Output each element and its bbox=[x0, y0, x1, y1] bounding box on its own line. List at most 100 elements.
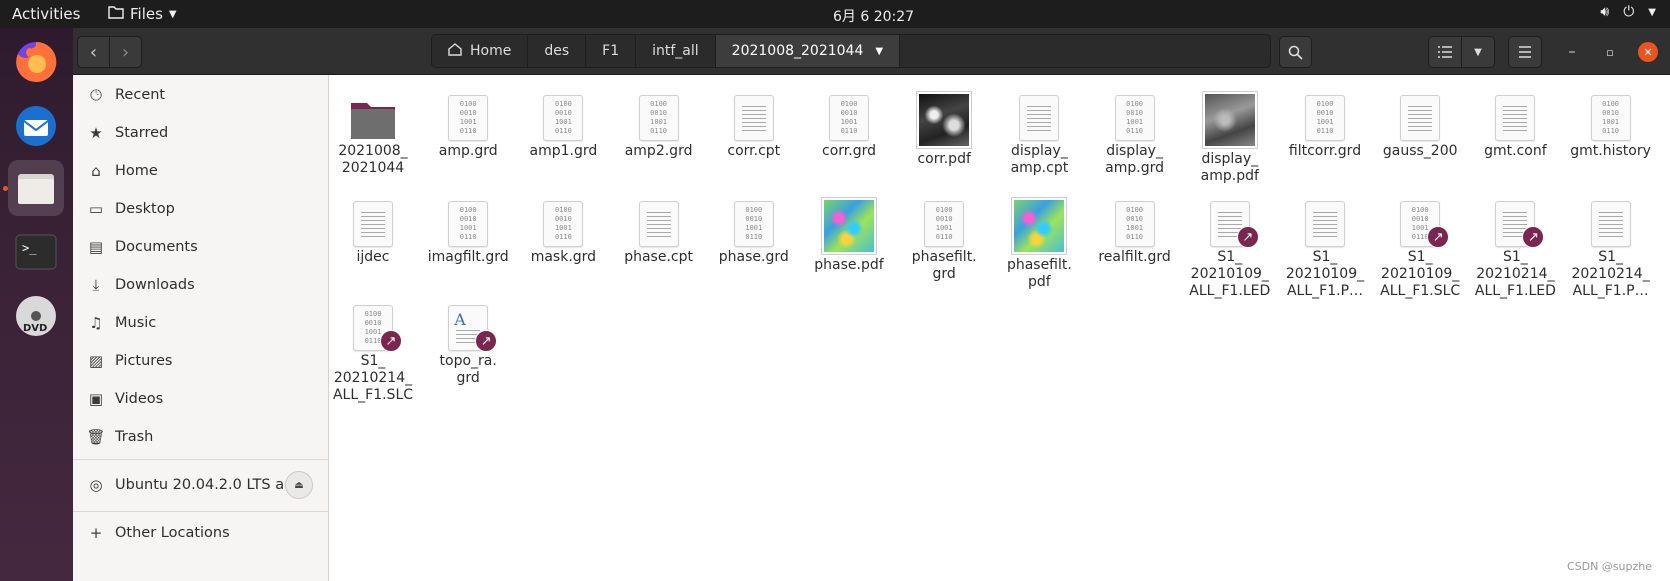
file-name: amp1.grd bbox=[529, 143, 598, 159]
file-item[interactable]: gmt.conf bbox=[1469, 93, 1561, 160]
file-item[interactable]: display_ amp.cpt bbox=[993, 93, 1085, 177]
file-name: filtcorr.grd bbox=[1288, 143, 1362, 159]
forward-button[interactable]: › bbox=[109, 36, 142, 68]
file-item[interactable]: ↗ S1_ 20210214_ ALL_F1.LED bbox=[1469, 199, 1561, 300]
file-item[interactable]: 0100 0010 1001 0110 ↗ S1_ 20210109_ ALL_F1… bbox=[1374, 199, 1466, 300]
sidebar-item-other-locations[interactable]: + Other Locations bbox=[73, 515, 329, 551]
pdf-thumbnail-icon bbox=[821, 197, 877, 255]
eject-button[interactable]: ⏏ bbox=[285, 471, 313, 499]
file-name: display_ amp.grd bbox=[1105, 143, 1165, 176]
dvd-launcher[interactable]: DVD bbox=[8, 288, 64, 344]
sidebar-item-music[interactable]: ♫ Music bbox=[73, 305, 329, 341]
file-item[interactable]: gauss_200 bbox=[1374, 93, 1466, 160]
sidebar-item-starred[interactable]: ★ Starred bbox=[73, 115, 329, 151]
file-item[interactable]: 0100 0010 1001 0110 gmt.history bbox=[1565, 93, 1657, 160]
breadcrumb-home[interactable]: Home bbox=[432, 35, 529, 67]
breadcrumb-label: Home bbox=[470, 43, 512, 59]
sidebar-item-label: Documents bbox=[115, 239, 198, 255]
sidebar-item-downloads[interactable]: ⤓ Downloads bbox=[73, 267, 329, 303]
minimize-button[interactable]: – bbox=[1562, 42, 1582, 62]
eject-icon: ⏏ bbox=[294, 479, 304, 491]
file-item[interactable]: 0100 0010 1001 0110 imagfilt.grd bbox=[422, 199, 514, 266]
sidebar-item-recent[interactable]: 🕒︎ Recent bbox=[73, 77, 329, 113]
sidebar-item-trash[interactable]: 🗑︎ Trash bbox=[73, 419, 329, 455]
sidebar-separator bbox=[73, 511, 329, 512]
breadcrumb-label: F1 bbox=[602, 43, 620, 59]
file-item[interactable]: 2021008_ 2021044 bbox=[327, 93, 419, 177]
breadcrumb-current[interactable]: 2021008_2021044 ▼ bbox=[715, 35, 901, 67]
system-tray[interactable]: 🔊︎ ⏻ ▼ bbox=[1600, 4, 1656, 20]
file-item[interactable]: S1_ 20210214_ ALL_F1.P… bbox=[1565, 199, 1657, 300]
file-name: gmt.history bbox=[1570, 143, 1651, 159]
file-item[interactable]: 0100 0010 1001 0110 ↗ S1_ 20210214_ ALL_F1… bbox=[327, 303, 419, 404]
breadcrumb-intf-all[interactable]: intf_all bbox=[636, 35, 716, 67]
files-launcher[interactable] bbox=[8, 160, 64, 216]
pdf-thumbnail-icon bbox=[1011, 197, 1068, 255]
symlink-icon: ↗ bbox=[475, 330, 498, 352]
sidebar-item-label: Downloads bbox=[115, 277, 195, 293]
file-item[interactable]: ijdec bbox=[327, 199, 419, 266]
file-name: S1_ 20210109_ ALL_F1.P… bbox=[1285, 249, 1365, 299]
main-menu-button[interactable] bbox=[1508, 36, 1542, 68]
back-button[interactable]: ‹ bbox=[77, 36, 110, 68]
clock[interactable]: 6月 6 20:27 bbox=[833, 6, 914, 26]
binary-file-icon: 0100 0010 1001 0110 bbox=[1590, 95, 1631, 141]
file-item[interactable]: corr.cpt bbox=[708, 93, 800, 160]
file-item[interactable]: ↗ S1_ 20210109_ ALL_F1.LED bbox=[1184, 199, 1276, 300]
file-item[interactable]: 0100 0010 1001 0110 realfilt.grd bbox=[1089, 199, 1181, 266]
sidebar-item-device[interactable]: ◎ Ubuntu 20.04.2.0 LTS a… ⏏ bbox=[73, 467, 329, 503]
search-button[interactable] bbox=[1279, 36, 1312, 68]
binary-glyph: 0100 0010 1001 0110 bbox=[1316, 100, 1334, 135]
file-item[interactable]: 0100 0010 1001 0110 amp1.grd bbox=[517, 93, 609, 160]
file-item[interactable]: 0100 0010 1001 0110 display_ amp.grd bbox=[1089, 93, 1181, 177]
view-options-button[interactable]: ▼ bbox=[1461, 36, 1495, 68]
file-item[interactable]: S1_ 20210109_ ALL_F1.P… bbox=[1279, 199, 1371, 300]
star-icon: ★ bbox=[89, 124, 103, 142]
file-item[interactable]: 0100 0010 1001 0110 mask.grd bbox=[517, 199, 609, 266]
file-item[interactable]: phasefilt. pdf bbox=[993, 197, 1085, 291]
sidebar-item-home[interactable]: ⌂ Home bbox=[73, 153, 329, 189]
file-name: corr.pdf bbox=[917, 151, 971, 167]
file-item[interactable]: A ↗ topo_ra. grd bbox=[422, 303, 514, 387]
file-item[interactable]: 0100 0010 1001 0110 phasefilt. grd bbox=[898, 199, 990, 283]
header-bar: ‹ › Home des F1 intf_all 2021008_2021044… bbox=[73, 28, 1670, 75]
terminal-launcher[interactable]: >_ bbox=[8, 224, 64, 280]
volume-icon: 🔊︎ bbox=[1600, 4, 1610, 20]
file-item[interactable]: corr.pdf bbox=[898, 91, 990, 168]
search-icon bbox=[1288, 45, 1303, 60]
sidebar-item-pictures[interactable]: ▨ Pictures bbox=[73, 343, 329, 379]
text-file-icon bbox=[1590, 201, 1631, 247]
file-item[interactable]: display_ amp.pdf bbox=[1184, 91, 1276, 185]
sidebar-item-desktop[interactable]: ▭ Desktop bbox=[73, 191, 329, 227]
thunderbird-launcher[interactable] bbox=[8, 98, 64, 154]
file-item[interactable]: 0100 0010 1001 0110 corr.grd bbox=[803, 93, 895, 160]
sidebar-item-videos[interactable]: ▣ Videos bbox=[73, 381, 329, 417]
file-item[interactable]: 0100 0010 1001 0110 amp2.grd bbox=[613, 93, 705, 160]
sidebar-item-label: Desktop bbox=[115, 201, 175, 217]
list-view-button[interactable] bbox=[1428, 36, 1462, 68]
maximize-button[interactable]: ▫ bbox=[1600, 42, 1620, 62]
pictures-icon: ▨ bbox=[88, 352, 104, 370]
firefox-launcher[interactable] bbox=[8, 34, 64, 90]
close-button[interactable]: ✕ bbox=[1638, 42, 1658, 62]
binary-glyph: 0100 0010 1001 0110 bbox=[459, 206, 477, 241]
activities-button[interactable]: Activities bbox=[12, 5, 80, 23]
sidebar-item-documents[interactable]: ▤ Documents bbox=[73, 229, 329, 265]
file-item[interactable]: phase.cpt bbox=[613, 199, 705, 266]
text-file-icon bbox=[1495, 95, 1536, 141]
file-name: S1_ 20210109_ ALL_F1.LED bbox=[1189, 249, 1271, 299]
sidebar-item-label: Music bbox=[115, 315, 157, 331]
folder-icon bbox=[349, 99, 397, 141]
file-item[interactable]: 0100 0010 1001 0110 amp.grd bbox=[422, 93, 514, 160]
text-file-icon bbox=[638, 201, 679, 247]
breadcrumb-f1[interactable]: F1 bbox=[586, 35, 637, 67]
file-item[interactable]: 0100 0010 1001 0110 filtcorr.grd bbox=[1279, 93, 1371, 160]
file-item[interactable]: phase.pdf bbox=[803, 197, 895, 274]
app-menu[interactable]: Files ▼ bbox=[108, 5, 177, 23]
breadcrumb-des[interactable]: des bbox=[528, 35, 587, 67]
file-item[interactable]: 0100 0010 1001 0110 phase.grd bbox=[708, 199, 800, 266]
documents-icon: ▤ bbox=[88, 238, 104, 256]
binary-file-icon: 0100 0010 1001 0110 bbox=[829, 95, 869, 141]
binary-file-icon: 0100 0010 1001 0110 bbox=[1114, 95, 1155, 141]
list-view-icon bbox=[1438, 46, 1452, 58]
